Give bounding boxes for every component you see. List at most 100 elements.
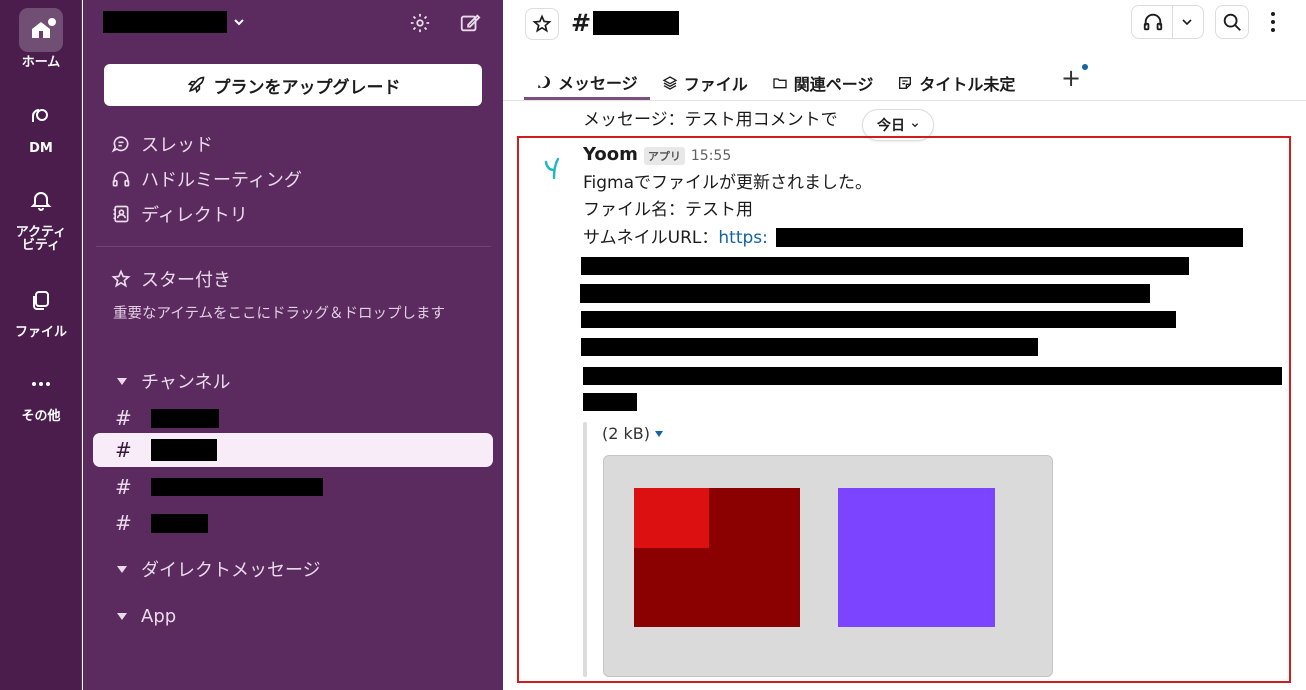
attachment-thumbnail[interactable] (603, 455, 1053, 677)
settings-gear-icon[interactable] (407, 10, 433, 36)
redacted-url (583, 393, 637, 411)
redacted-url (581, 338, 1038, 356)
rail-activity-label: アクティ ビティ (15, 225, 67, 253)
section-channels-label: チャンネル (141, 372, 231, 393)
notification-dot (1082, 64, 1088, 70)
tab-untitled-canvas-label: タイトル未定 (919, 75, 1016, 94)
redacted-url (776, 228, 1243, 247)
redacted-url (580, 284, 1150, 303)
caret-down-icon (117, 377, 127, 385)
channel-item[interactable]: # (93, 506, 493, 540)
add-tab-button[interactable]: + (1061, 64, 1081, 92)
button-divider (1172, 5, 1173, 39)
files-icon (19, 278, 63, 322)
sidebar: プランをアップグレード スレッド ハドルミーティング ディレクトリ スター付き … (83, 0, 503, 690)
kebab-menu-icon[interactable] (1269, 10, 1277, 38)
hash-icon: # (571, 9, 592, 37)
channel-view: # メッセージ ファイル 関連ページ タイトル未定 + メッセージ：テスト用コメ… (503, 0, 1306, 690)
huddle-button[interactable] (1131, 5, 1204, 39)
rail-activity[interactable]: アクティ ビティ (0, 178, 82, 252)
headphones-icon (112, 171, 130, 187)
hash-icon: # (115, 511, 132, 535)
hash-icon: # (115, 438, 132, 462)
search-icon (1223, 13, 1241, 31)
upgrade-plan-label: プランをアップグレード (213, 77, 401, 98)
notification-dot (48, 18, 56, 26)
upgrade-plan-button[interactable]: プランをアップグレード (104, 64, 482, 106)
star-icon (532, 14, 552, 33)
message-line: ファイル名：テスト用 (583, 200, 753, 220)
message-timestamp[interactable]: 15:55 (691, 148, 731, 164)
headphones-icon (1143, 13, 1163, 31)
url-label: サムネイルURL： (583, 228, 719, 248)
workspace-name[interactable] (103, 10, 245, 34)
folder-icon (773, 78, 787, 89)
nav-directory[interactable]: ディレクトリ (111, 200, 248, 228)
redacted-channel-name (151, 513, 208, 533)
chevron-down-icon (234, 19, 244, 26)
channel-item[interactable]: # (93, 401, 493, 435)
tab-untitled-canvas[interactable]: タイトル未定 (885, 58, 1027, 100)
section-channels[interactable]: チャンネル (117, 367, 230, 395)
nav-huddles[interactable]: ハドルミーティング (111, 165, 302, 193)
redacted-url (581, 257, 1189, 275)
message-header: Yoom アプリ 15:55 (583, 144, 731, 168)
channel-item-active[interactable]: # (93, 433, 493, 467)
thumbnail-url-link[interactable]: https: (718, 228, 767, 248)
channel-title[interactable]: # (571, 8, 680, 38)
directory-icon (113, 205, 129, 223)
compose-icon[interactable] (457, 10, 483, 36)
nav-directory-label: ディレクトリ (141, 205, 248, 226)
attachment-quote-bar (583, 422, 587, 677)
rail-more-label: その他 (21, 409, 61, 424)
section-app[interactable]: App (117, 602, 176, 630)
star-channel-button[interactable] (525, 8, 559, 40)
sender-name[interactable]: Yoom (583, 144, 638, 165)
chevron-down-icon (911, 123, 919, 128)
tab-messages-label: メッセージ (558, 73, 638, 93)
redacted-channel-name (151, 478, 323, 496)
nav-threads[interactable]: スレッド (111, 130, 213, 158)
rocket-icon (187, 76, 204, 94)
rail-more[interactable]: その他 (0, 362, 82, 423)
rail-files-label: ファイル (14, 325, 67, 340)
thumbnail-red-square (634, 488, 709, 548)
section-direct-messages[interactable]: ダイレクトメッセージ (117, 555, 321, 583)
rail-home[interactable]: ホーム (0, 8, 82, 69)
rail-files[interactable]: ファイル (0, 278, 82, 339)
nav-starred-label: スター付き (141, 270, 231, 291)
message-line-url: サムネイルURL：https: (583, 225, 768, 252)
tab-files[interactable]: ファイル (650, 58, 760, 100)
layers-icon (662, 76, 678, 90)
attachment-toggle[interactable]: (2 kB) (602, 424, 663, 443)
tab-messages[interactable]: メッセージ (524, 58, 650, 100)
yoom-avatar[interactable] (537, 150, 569, 182)
header-divider (503, 100, 1306, 101)
redacted-workspace-name (103, 11, 227, 33)
tab-files-label: ファイル (683, 75, 748, 94)
channel-tabs: メッセージ ファイル 関連ページ タイトル未定 (524, 58, 1027, 100)
caret-down-icon (117, 612, 127, 620)
message-icon (538, 75, 551, 88)
nav-huddles-label: ハドルミーティング (141, 170, 302, 191)
rail-dm-label: DM (29, 141, 53, 156)
redacted-channel-title (593, 11, 680, 35)
yoom-logo-icon (544, 157, 560, 180)
rail-home-label: ホーム (21, 55, 61, 70)
redacted-channel-name (151, 408, 219, 428)
more-icon (19, 362, 63, 406)
previous-message-text: メッセージ：テスト用コメントで (583, 110, 838, 130)
tab-related-pages[interactable]: 関連ページ (760, 58, 886, 100)
sidebar-divider (96, 246, 491, 247)
starred-help-text: 重要なアイテムをここにドラッグ＆ドロップします (113, 306, 446, 322)
redacted-url (583, 367, 1282, 385)
nav-starred[interactable]: スター付き (111, 265, 231, 293)
channel-item[interactable]: # (93, 470, 493, 504)
threads-icon (111, 136, 129, 153)
rail-dm[interactable]: DM (0, 94, 82, 155)
search-button[interactable] (1215, 5, 1249, 39)
tab-related-pages-label: 関連ページ (793, 75, 874, 94)
section-app-label: App (141, 605, 177, 627)
redacted-channel-name (151, 439, 217, 461)
hash-icon: # (115, 475, 132, 499)
